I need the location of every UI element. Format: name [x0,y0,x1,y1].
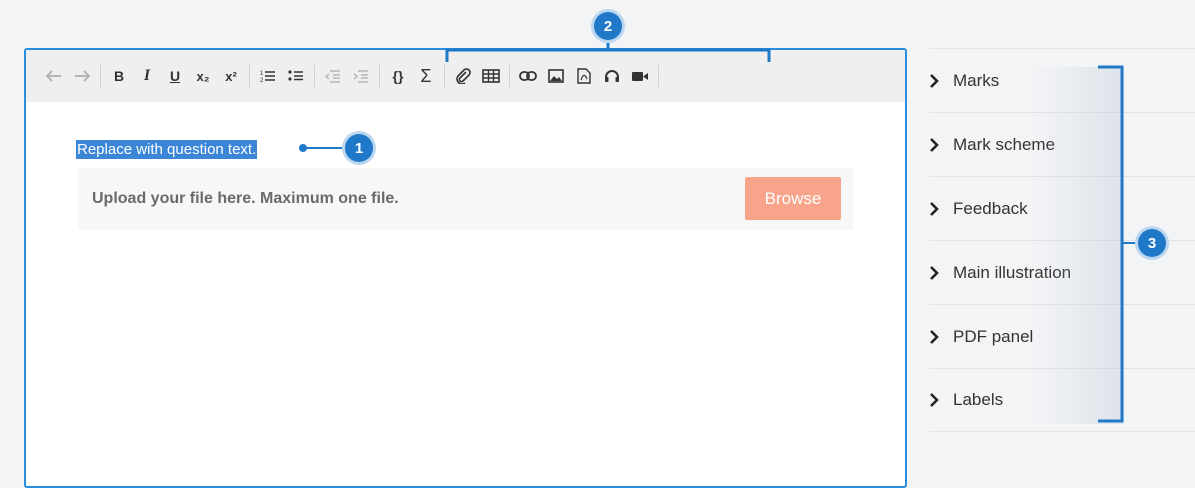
toolbar-separator [249,65,250,87]
callout-badge-2: 2 [594,12,622,40]
sidebar-item-marks[interactable]: Marks [929,48,1195,112]
svg-text:1: 1 [260,71,264,77]
superscript-glyph: x² [225,68,237,84]
table-icon[interactable] [479,61,503,91]
italic-glyph: I [143,67,151,84]
chevron-right-icon [929,201,943,216]
underline-icon[interactable]: U [163,61,187,91]
chevron-right-icon [929,73,943,88]
sidebar-item-label: Mark scheme [953,134,1056,154]
sidebar-item-label: Main illustration [953,262,1072,282]
headphones-icon[interactable] [600,61,624,91]
sidebar-item-label: Marks [953,70,1000,90]
video-icon[interactable] [628,61,652,91]
toolbar-separator [658,65,659,87]
question-text[interactable]: Replace with question text. [76,140,258,159]
subscript-icon[interactable]: x₂ [191,61,215,91]
question-editor: B I U x₂ x² 12 {} Σ Replace with questio… [24,48,907,488]
outdent-icon[interactable] [321,61,345,91]
file-upload-area[interactable]: Upload your file here. Maximum one file.… [78,168,853,230]
toolbar-separator [444,65,445,87]
code-icon[interactable]: {} [386,61,410,91]
toolbar-separator [509,65,510,87]
superscript-icon[interactable]: x² [219,61,243,91]
sidebar-item-labels[interactable]: Labels [929,368,1195,432]
pdf-icon[interactable] [572,61,596,91]
chevron-right-icon [929,137,943,152]
sidebar-item-label: Feedback [953,198,1028,218]
indent-icon[interactable] [349,61,373,91]
sigma-glyph: Σ [420,65,432,86]
sidebar-item-label: PDF panel [953,326,1034,346]
subscript-glyph: x₂ [196,68,210,84]
toolbar-separator [314,65,315,87]
callout-badge-3: 3 [1138,229,1166,257]
sidebar-item-pdf-panel[interactable]: PDF panel [929,304,1195,368]
sidebar-item-label: Labels [953,390,1004,409]
editor-toolbar: B I U x₂ x² 12 {} Σ [26,50,905,102]
chevron-right-icon [929,265,943,280]
numbered-list-icon[interactable]: 12 [256,61,280,91]
italic-icon[interactable]: I [135,61,159,91]
callout-badge-1: 1 [345,134,373,162]
underline-glyph: U [169,68,181,84]
sigma-icon[interactable]: Σ [414,61,438,91]
browse-button[interactable]: Browse [745,177,841,220]
bold-icon[interactable]: B [107,61,131,91]
undo-icon[interactable] [42,61,66,91]
image-icon[interactable] [544,61,568,91]
upload-instructions: Upload your file here. Maximum one file. [92,190,399,207]
bold-glyph: B [113,68,125,84]
chevron-right-icon [929,329,943,344]
toolbar-separator [100,65,101,87]
chevron-right-icon [929,393,943,407]
code-glyph: {} [392,68,404,84]
bullet-list-icon[interactable] [284,61,308,91]
link-icon[interactable] [516,61,540,91]
toolbar-separator [379,65,380,87]
sidebar-item-mark-scheme[interactable]: Mark scheme [929,112,1195,176]
attachment-icon[interactable] [451,61,475,91]
redo-icon[interactable] [70,61,94,91]
svg-text:2: 2 [260,78,264,83]
